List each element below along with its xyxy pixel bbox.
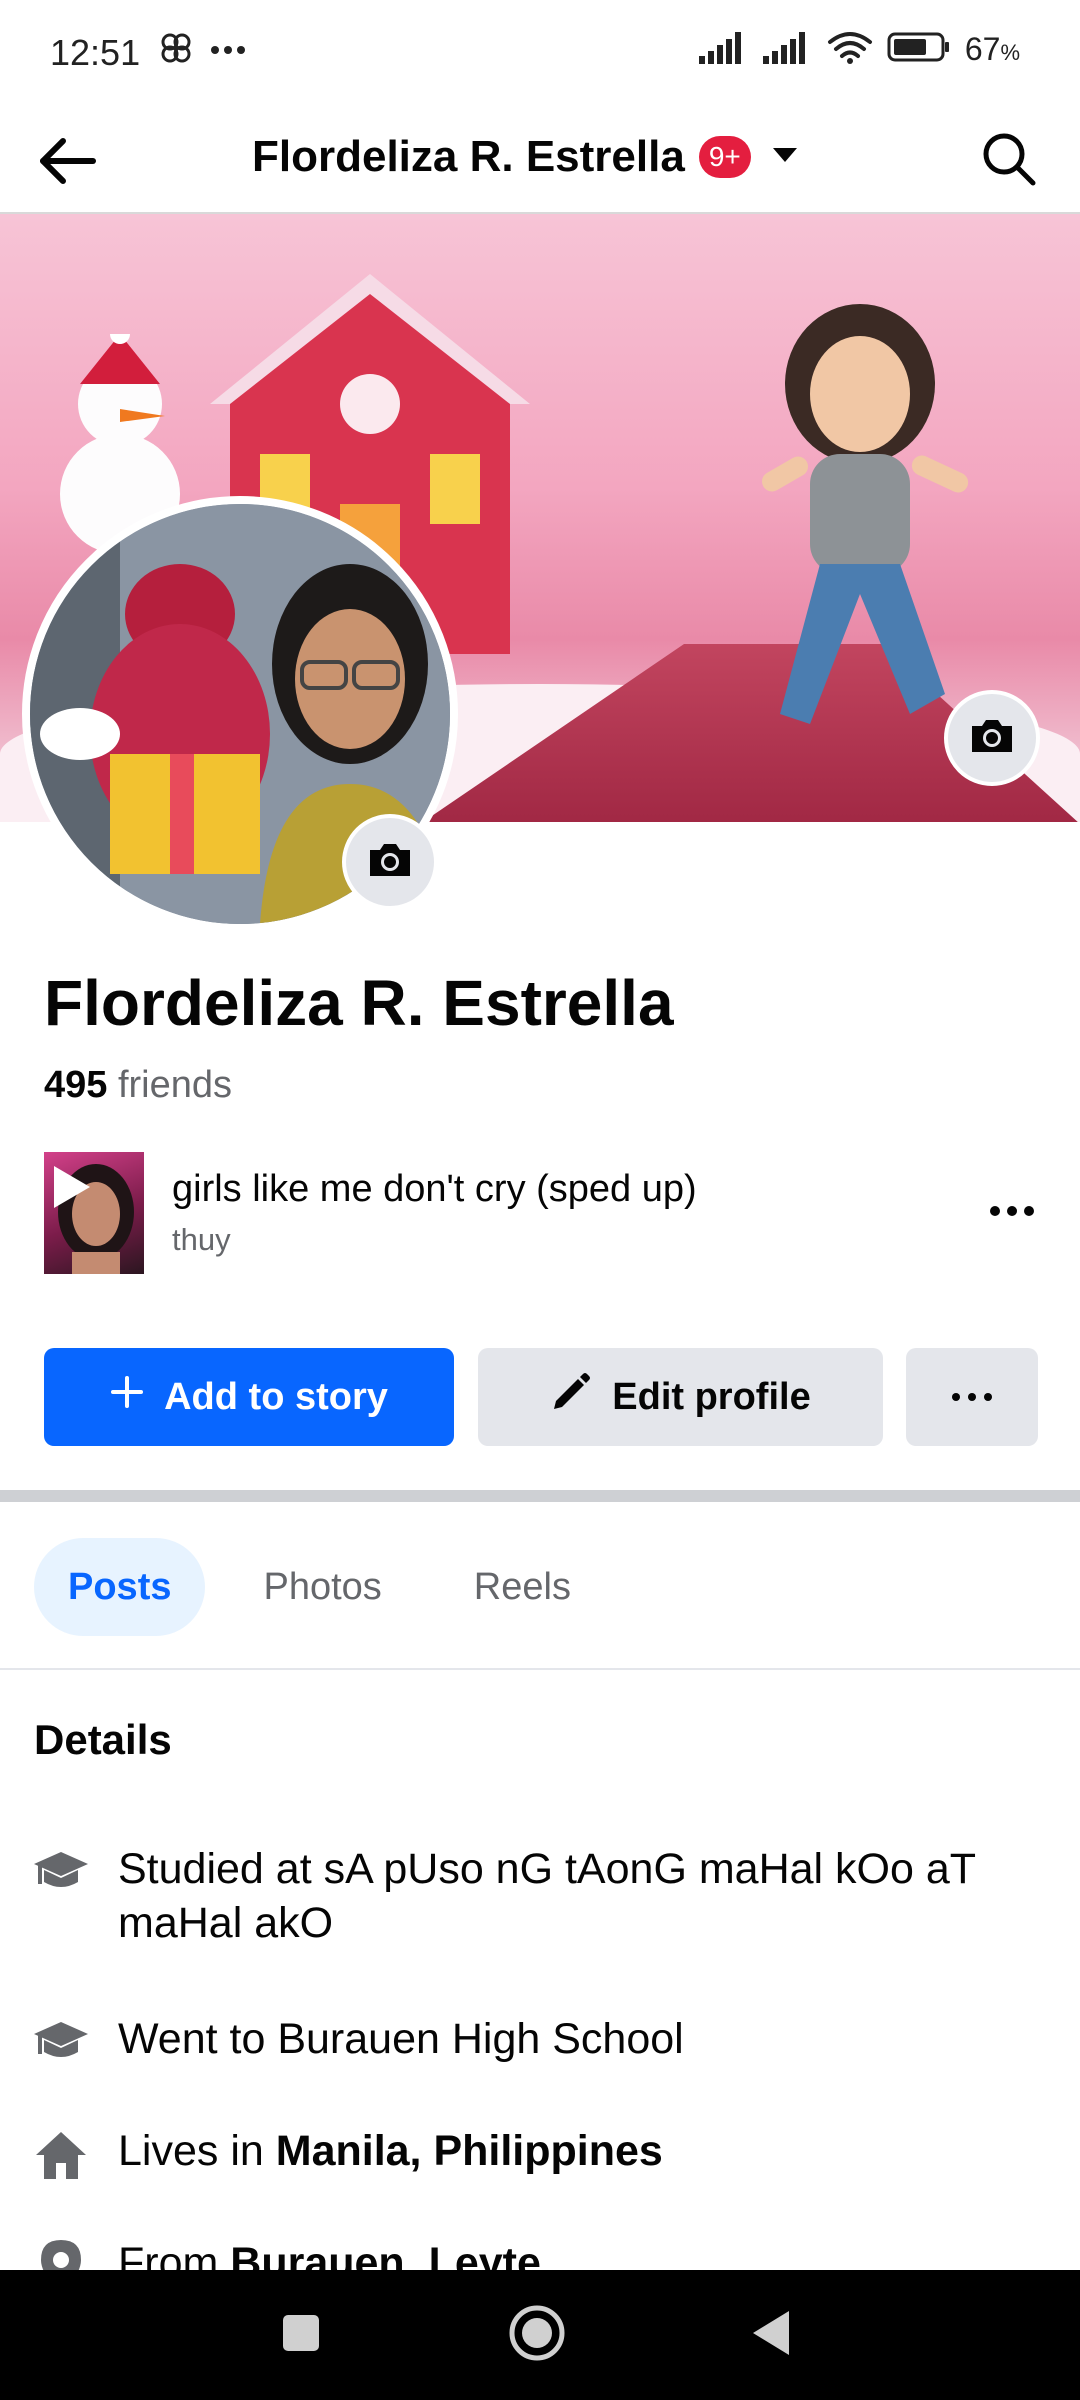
profile-tabs: Posts Photos Reels: [34, 1538, 629, 1636]
graduation-cap-icon: [30, 2012, 92, 2074]
edit-profile-picture-button[interactable]: [342, 814, 438, 910]
notification-badge: 9+: [698, 136, 751, 178]
edit-profile-button[interactable]: Edit profile: [478, 1348, 883, 1446]
add-to-story-button[interactable]: Add to story: [44, 1348, 454, 1446]
section-divider: [0, 1490, 1080, 1502]
details-heading: Details: [34, 1716, 172, 1763]
profile-music[interactable]: girls like me don't cry (sped up) thuy: [44, 1152, 1044, 1276]
more-icon: [210, 42, 246, 60]
back-nav-button[interactable]: [740, 2304, 802, 2366]
edit-cover-photo-button[interactable]: [944, 690, 1040, 786]
home-circle-icon: [508, 2304, 566, 2367]
graduation-cap-icon: [30, 1842, 92, 1904]
music-album-art[interactable]: [44, 1152, 144, 1274]
recents-button[interactable]: [270, 2304, 332, 2366]
edit-profile-label: Edit profile: [612, 1375, 811, 1418]
wifi-icon: [827, 30, 873, 69]
music-artist: thuy: [172, 1222, 231, 1257]
more-dot: [1007, 1206, 1017, 1216]
more-dot: [984, 1393, 992, 1401]
detail-studied-at[interactable]: Studied at sA pUso nG tAonG maHal kOo aT…: [30, 1842, 1040, 1950]
tab-reels[interactable]: Reels: [440, 1538, 605, 1636]
detail-lives-in[interactable]: Lives in Manila, Philippines: [30, 2124, 1040, 2186]
home-button[interactable]: [506, 2304, 568, 2366]
detail-text: Studied at sA pUso nG tAonG maHal kOo aT…: [118, 1845, 976, 1947]
cover-avatar-illustration: [762, 304, 969, 724]
detail-text: Lives in Manila, Philippines: [118, 2127, 663, 2175]
profile-more-button[interactable]: [906, 1348, 1038, 1446]
friends-count[interactable]: 495 friends: [44, 1064, 232, 1107]
detail-went-to[interactable]: Went to Burauen High School: [30, 2012, 1040, 2074]
play-icon: [50, 1162, 94, 1217]
tabs-divider: [0, 1668, 1080, 1670]
search-button[interactable]: [974, 126, 1044, 196]
battery-percent: 67%: [964, 31, 1020, 67]
search-icon: [981, 131, 1037, 192]
caret-down-icon: [771, 145, 799, 170]
tab-posts[interactable]: Posts: [34, 1538, 206, 1636]
more-dot: [952, 1393, 960, 1401]
music-title: girls like me don't cry (sped up): [172, 1168, 697, 1210]
more-dot: [1024, 1206, 1034, 1216]
camera-icon: [968, 716, 1016, 761]
signal-icon: [762, 30, 813, 69]
home-icon: [30, 2124, 92, 2186]
music-more-button[interactable]: [980, 1186, 1044, 1236]
profile-name: Flordeliza R. Estrella: [44, 967, 674, 1039]
profile-switcher[interactable]: Flordeliza R. Estrella 9+: [252, 132, 799, 182]
triangle-back-icon: [749, 2309, 793, 2362]
status-right-icons: 67%: [698, 30, 1020, 69]
tab-photos[interactable]: Photos: [229, 1538, 415, 1636]
pencil-icon: [550, 1371, 592, 1423]
top-bar: Flordeliza R. Estrella 9+: [0, 108, 1080, 214]
system-nav-bar: [0, 2270, 1080, 2400]
more-dot: [990, 1206, 1000, 1216]
plus-icon: [110, 1375, 144, 1419]
status-bar: 12:51 67%: [0, 0, 1080, 108]
battery-icon: [887, 30, 951, 69]
back-arrow-icon: [37, 136, 97, 191]
more-dot: [968, 1393, 976, 1401]
top-bar-title: Flordeliza R. Estrella: [252, 132, 685, 181]
status-time: 12:51: [50, 32, 141, 73]
pinwheel-icon: [158, 30, 194, 71]
camera-icon: [366, 840, 414, 885]
detail-text: Went to Burauen High School: [118, 2015, 684, 2063]
back-button[interactable]: [32, 128, 102, 198]
square-icon: [281, 2313, 321, 2358]
add-to-story-label: Add to story: [164, 1375, 388, 1418]
signal-icon: [698, 30, 749, 69]
status-left-icons: [158, 30, 246, 71]
